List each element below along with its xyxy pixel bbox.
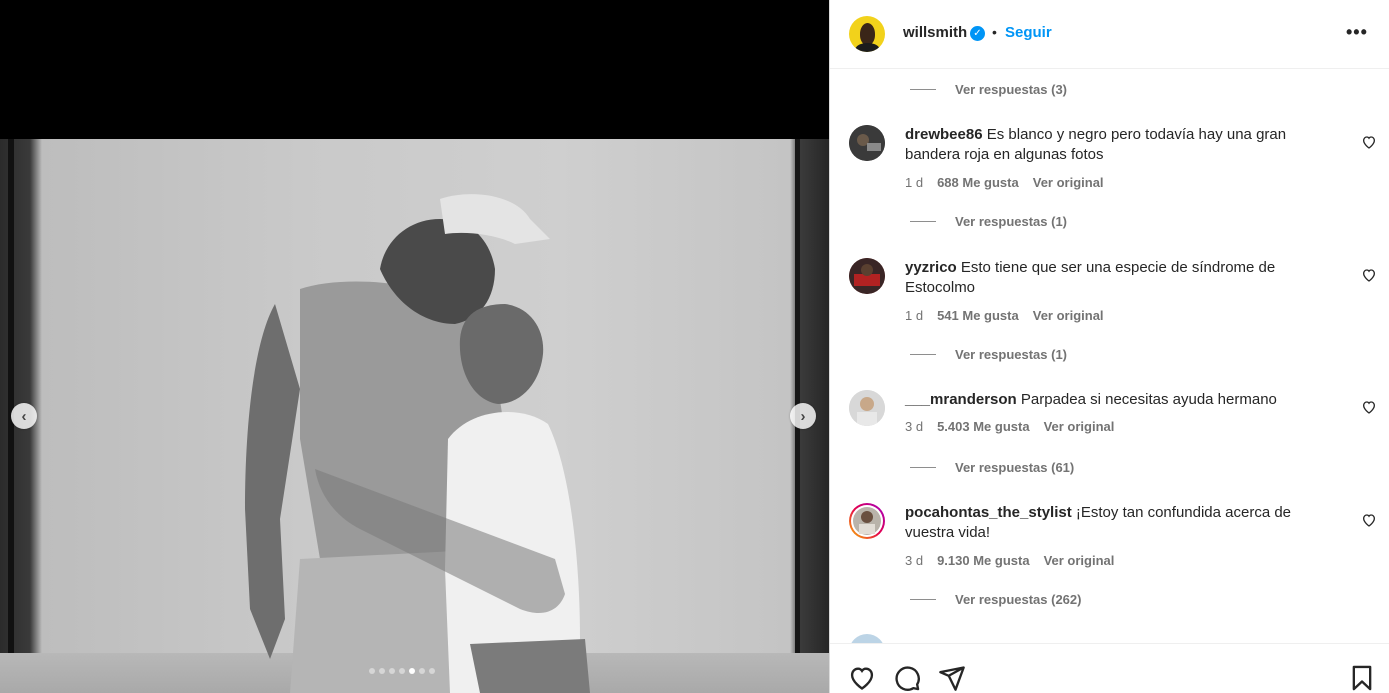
replies-divider [910, 466, 936, 468]
comment-age: 1 d [905, 308, 924, 323]
commenter-username[interactable]: yyzrico [905, 259, 957, 276]
carousel-dot [389, 668, 395, 674]
avatar-image [851, 505, 883, 537]
comment-likes[interactable]: 9.130 Me gusta [937, 553, 1030, 568]
comment-meta: 1 d 688 Me gusta Ver original [905, 175, 1104, 190]
post-side-panel: willsmith ✓ • Seguir ••• Ver respuestas … [829, 0, 1389, 693]
chevron-right-icon: › [800, 407, 806, 425]
commenter-username[interactable]: ___mranderson [905, 391, 1017, 408]
avatar-body [855, 43, 880, 52]
avatar-face [860, 23, 875, 45]
carousel-dot [429, 668, 435, 674]
post-media: ‹ › [0, 0, 829, 693]
carousel-dot [419, 668, 425, 674]
avatar-image [849, 258, 885, 294]
carousel-prev-button[interactable]: ‹ [11, 403, 37, 429]
share-icon[interactable] [938, 664, 966, 692]
replies-divider [910, 88, 936, 90]
post-photo [0, 139, 829, 693]
verified-badge-icon: ✓ [970, 26, 985, 41]
carousel-dot-active [409, 668, 415, 674]
post-header: willsmith ✓ • Seguir ••• [830, 0, 1389, 69]
comment-likes[interactable]: 541 Me gusta [937, 308, 1019, 323]
view-replies-button[interactable]: Ver respuestas (262) [910, 589, 1081, 609]
see-original-button[interactable]: Ver original [1033, 175, 1104, 190]
view-replies-button[interactable]: Ver respuestas (1) [910, 344, 1067, 364]
commenter-avatar[interactable] [849, 634, 885, 643]
view-replies-label: Ver respuestas (61) [955, 459, 1075, 475]
commenter-avatar-story-ring[interactable] [849, 503, 885, 539]
carousel-dot [399, 668, 405, 674]
comment-age: 3 d [905, 553, 924, 568]
comment-age: 3 d [905, 419, 924, 434]
replies-divider [910, 220, 936, 222]
carousel-dot [369, 668, 375, 674]
comment-age: 1 d [905, 175, 924, 190]
see-original-button[interactable]: Ver original [1033, 308, 1104, 323]
replies-divider [910, 353, 936, 355]
follow-button[interactable]: Seguir [1005, 24, 1052, 41]
avatar-image [849, 390, 885, 426]
comment-meta: 3 d 9.130 Me gusta Ver original [905, 553, 1114, 568]
comments-list[interactable]: Ver respuestas (3) drewbee86 Es blanco y… [830, 70, 1389, 643]
carousel-dot [379, 668, 385, 674]
comment-icon[interactable] [893, 664, 921, 692]
heart-icon[interactable] [1361, 399, 1377, 415]
commenter-avatar[interactable] [849, 258, 885, 294]
view-replies-label: Ver respuestas (262) [955, 591, 1082, 607]
view-replies-label: Ver respuestas (1) [955, 213, 1068, 229]
carousel-next-button[interactable]: › [790, 403, 816, 429]
header-separator: • [992, 24, 997, 40]
comment-body: ___mranderson Parpadea si necesitas ayud… [905, 390, 1305, 410]
see-original-button[interactable]: Ver original [1044, 419, 1115, 434]
heart-icon[interactable] [848, 664, 876, 692]
heart-icon[interactable] [1361, 267, 1377, 283]
see-original-button[interactable]: Ver original [1044, 553, 1115, 568]
bookmark-icon[interactable] [1348, 664, 1376, 692]
commenter-username[interactable]: pocahontas_the_stylist [905, 504, 1072, 521]
photo-subjects [245, 194, 590, 693]
author-avatar[interactable] [849, 16, 885, 52]
comment-meta: 1 d 541 Me gusta Ver original [905, 308, 1104, 323]
view-replies-button[interactable]: Ver respuestas (3) [910, 79, 1067, 99]
chevron-left-icon: ‹ [21, 407, 27, 425]
heart-icon[interactable] [1361, 512, 1377, 528]
comment-likes[interactable]: 5.403 Me gusta [937, 419, 1030, 434]
comment-text: Esto tiene que ser una especie de síndro… [905, 259, 1276, 296]
view-replies-label: Ver respuestas (1) [955, 346, 1068, 362]
comment-likes[interactable]: 688 Me gusta [937, 175, 1019, 190]
heart-icon[interactable] [1361, 134, 1377, 150]
comment-body: pocahontas_the_stylist ¡Estoy tan confun… [905, 503, 1305, 543]
view-replies-button[interactable]: Ver respuestas (1) [910, 211, 1067, 231]
comment-text: Parpadea si necesitas ayuda hermano [1020, 391, 1277, 408]
commenter-avatar[interactable] [849, 125, 885, 161]
comment-body: drewbee86 Es blanco y negro pero todavía… [905, 125, 1305, 165]
view-replies-label: Ver respuestas (3) [955, 81, 1068, 97]
comment-body: yyzrico Esto tiene que ser una especie d… [905, 258, 1305, 298]
more-options-icon[interactable]: ••• [1346, 22, 1368, 43]
commenter-avatar[interactable] [849, 390, 885, 426]
view-replies-button[interactable]: Ver respuestas (61) [910, 457, 1074, 477]
author-username[interactable]: willsmith [903, 24, 967, 41]
replies-divider [910, 598, 936, 600]
commenter-username[interactable]: drewbee86 [905, 126, 983, 143]
carousel-indicator [369, 668, 435, 674]
avatar-image [849, 125, 885, 161]
comment-meta: 3 d 5.403 Me gusta Ver original [905, 419, 1114, 434]
post-actions-bar [830, 643, 1389, 693]
